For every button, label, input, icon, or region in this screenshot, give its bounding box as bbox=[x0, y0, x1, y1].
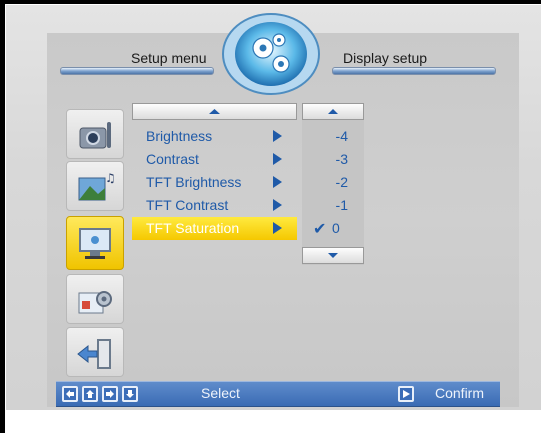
value-option-label: 0 bbox=[332, 220, 340, 236]
arrow-right-icon bbox=[273, 130, 282, 142]
camera-settings-icon bbox=[79, 122, 111, 149]
value-option-selected[interactable]: ✔ 0 bbox=[302, 217, 364, 240]
play-right-icon bbox=[403, 390, 410, 398]
nav-left-button[interactable] bbox=[62, 386, 78, 402]
value-scroll-up-button[interactable] bbox=[302, 103, 364, 120]
value-option[interactable]: -4 bbox=[302, 125, 364, 148]
arrow-down-icon bbox=[126, 390, 134, 398]
arrow-right-icon bbox=[106, 390, 114, 398]
arrow-right-icon bbox=[273, 199, 282, 211]
header-left-label: Setup menu bbox=[131, 50, 207, 66]
header-line-right bbox=[332, 67, 496, 75]
side-item-display[interactable] bbox=[66, 216, 124, 270]
menu-item-label: TFT Saturation bbox=[146, 220, 240, 236]
arrow-left-icon bbox=[66, 390, 74, 398]
menu-item-label: Brightness bbox=[146, 128, 213, 144]
tools-icon bbox=[78, 291, 112, 314]
menu-item-brightness[interactable]: Brightness bbox=[132, 125, 297, 148]
bottom-control-bar: Select Confirm bbox=[56, 381, 500, 407]
arrow-right-icon bbox=[273, 222, 282, 234]
image-music-icon: ♫ bbox=[78, 171, 116, 201]
nav-up-button[interactable] bbox=[82, 386, 98, 402]
side-item-exit[interactable] bbox=[66, 327, 124, 377]
menu-item-label: TFT Contrast bbox=[146, 197, 229, 213]
side-item-tools[interactable] bbox=[66, 274, 124, 324]
menu-item-tft-brightness[interactable]: TFT Brightness bbox=[132, 171, 297, 194]
arrow-up-icon bbox=[328, 109, 338, 114]
nav-right-button[interactable] bbox=[102, 386, 118, 402]
header-right-label: Display setup bbox=[343, 50, 428, 66]
exit-door-icon bbox=[77, 339, 111, 369]
arrow-right-icon bbox=[273, 176, 282, 188]
header-line-left bbox=[60, 67, 214, 75]
arrow-right-icon bbox=[273, 153, 282, 165]
arrow-up-icon bbox=[209, 109, 220, 114]
setting-list: Brightness Contrast TFT Brightness TFT C… bbox=[132, 103, 297, 241]
arrow-up-icon bbox=[86, 390, 94, 398]
menu-item-contrast[interactable]: Contrast bbox=[132, 148, 297, 171]
frame-top-border bbox=[0, 0, 541, 4]
frame-left-border bbox=[0, 0, 5, 433]
svg-text:♫: ♫ bbox=[105, 171, 116, 185]
nav-down-button[interactable] bbox=[122, 386, 138, 402]
side-item-image-music[interactable]: ♫ bbox=[66, 161, 124, 211]
side-item-camera-settings[interactable] bbox=[66, 109, 124, 159]
display-icon bbox=[79, 228, 111, 259]
scroll-up-button[interactable] bbox=[132, 103, 297, 120]
value-option[interactable]: -2 bbox=[302, 171, 364, 194]
value-option[interactable]: -3 bbox=[302, 148, 364, 171]
value-scroll-down-button[interactable] bbox=[302, 247, 364, 264]
menu-item-label: Contrast bbox=[146, 151, 199, 167]
value-option[interactable]: -1 bbox=[302, 194, 364, 217]
select-hint-label: Select bbox=[201, 385, 240, 401]
confirm-hint-label: Confirm bbox=[435, 385, 485, 401]
menu-item-tft-contrast[interactable]: TFT Contrast bbox=[132, 194, 297, 217]
arrow-down-icon bbox=[328, 253, 338, 258]
menu-item-label: TFT Brightness bbox=[146, 174, 242, 190]
confirm-button[interactable] bbox=[398, 386, 414, 402]
value-list: -4 -3 -2 -1 ✔ 0 bbox=[302, 103, 364, 265]
setup-gear-logo-icon bbox=[217, 12, 325, 96]
menu-item-tft-saturation[interactable]: TFT Saturation bbox=[132, 217, 297, 240]
checkmark-icon: ✔ bbox=[313, 221, 327, 238]
